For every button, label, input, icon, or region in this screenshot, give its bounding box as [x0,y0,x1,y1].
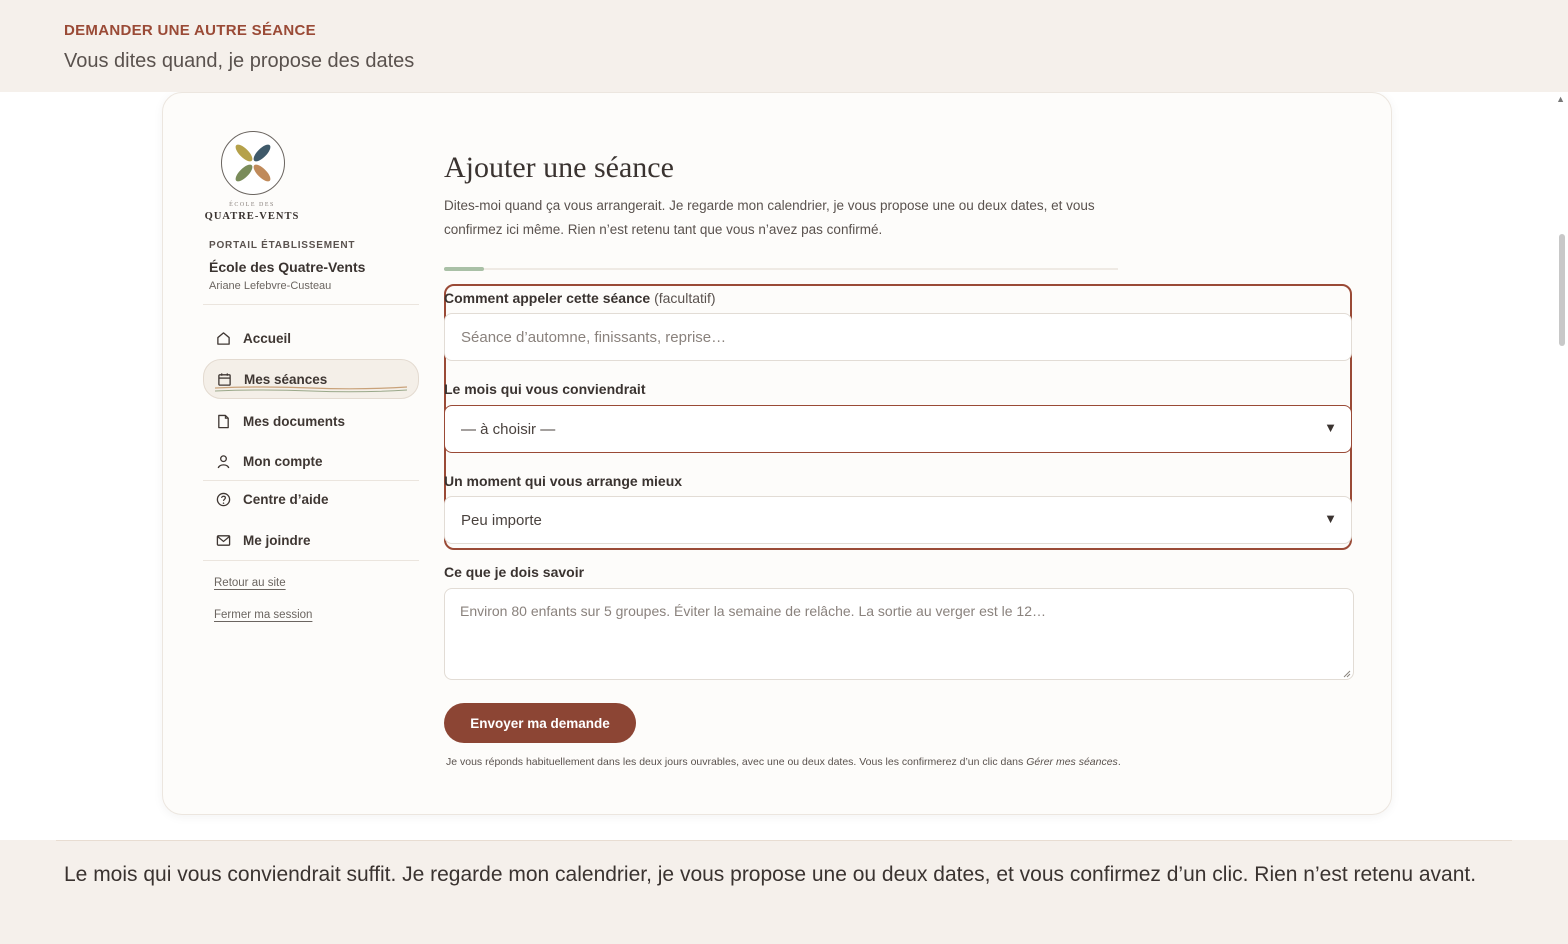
month-select-value: — à choisir — [461,420,556,438]
resize-grip-icon[interactable] [1343,670,1351,678]
intro-text: Dites-moi quand ça vous arrangerait. Je … [444,198,1095,237]
chevron-down-icon: ▼ [1324,420,1337,435]
sidebar-item-label: Centre d’aide [243,491,329,507]
session-name-input[interactable] [444,313,1352,361]
moment-select-value: Peu importe [461,511,542,529]
notes-label: Ce que je dois savoir [444,564,585,580]
portal-card: ÉCOLE DES QUATRE-VENTS PORTAIL ÉTABLISSE… [162,92,1392,815]
sidebar-item-centre-aide[interactable]: Centre d’aide [203,481,417,517]
footnote: Je vous réponds habituellement dans les … [446,756,1121,768]
sidebar-item-mon-compte[interactable]: Mon compte [203,443,417,479]
moment-label: Un moment qui vous arrange mieux [444,473,683,489]
user-icon [215,453,231,469]
month-select[interactable]: — à choisir — ▼ [444,405,1352,453]
notes-textarea[interactable] [444,588,1354,680]
pinwheel-logo-icon [235,144,271,182]
top-banner: DEMANDER UNE AUTRE SÉANCE Vous dites qua… [0,0,1568,92]
sidebar-item-label: Accueil [243,330,292,346]
viewport: ▲ ÉCOLE DES QUATRE-VENTS PORTAIL ÉTABLIS… [0,92,1568,840]
scroll-up-arrow-icon[interactable]: ▲ [1556,94,1565,104]
page-title: Ajouter une séance [444,151,674,184]
user-name: Ariane Lefebvre-Custeau [209,280,332,292]
sidebar-item-label: Mon compte [243,453,323,469]
sidebar-item-mes-documents[interactable]: Mes documents [203,403,417,439]
scrollbar[interactable]: ▲ [1552,92,1568,840]
sidebar-divider [203,560,419,561]
help-icon [215,491,231,507]
back-to-site-link[interactable]: Retour au site [214,577,286,589]
school-name: École des Quatre-Vents [209,259,366,275]
manage-sessions-reference: Gérer mes séances [1026,756,1118,768]
moment-select[interactable]: Peu importe ▼ [444,496,1352,544]
document-icon [215,413,231,429]
progress-bar [444,267,484,271]
active-underline-decoration [215,386,407,393]
chevron-down-icon: ▼ [1324,511,1337,526]
banner-subtitle: Vous dites quand, je propose des dates [64,50,415,72]
bottom-caption: Le mois qui vous conviendrait suffit. Je… [64,863,1477,886]
home-icon [215,330,231,346]
school-logo [221,131,285,195]
scroll-thumb[interactable] [1559,234,1565,346]
month-label: Le mois qui vous conviendrait [444,381,646,397]
sidebar-item-mes-seances[interactable]: Mes séances [203,359,419,399]
optional-hint: (facultatif) [654,290,716,306]
logo-small-text: ÉCOLE DES [229,202,275,208]
progress-track [444,268,1118,270]
submit-request-button[interactable]: Envoyer ma demande [444,703,636,743]
mail-icon [215,532,231,548]
sidebar-item-me-joindre[interactable]: Me joindre [203,522,417,558]
logo-name-text: QUATRE-VENTS [204,211,300,222]
sidebar-item-label: Mes documents [243,413,346,429]
session-name-label: Comment appeler cette séance (facultatif… [444,290,716,306]
logout-link[interactable]: Fermer ma session [214,609,312,621]
banner-eyebrow: DEMANDER UNE AUTRE SÉANCE [64,22,316,39]
sidebar-item-accueil[interactable]: Accueil [203,320,417,356]
portal-label: PORTAIL ÉTABLISSEMENT [209,240,356,251]
sidebar-divider [203,304,419,305]
bottom-divider [56,840,1512,841]
sidebar-item-label: Me joindre [243,532,311,548]
